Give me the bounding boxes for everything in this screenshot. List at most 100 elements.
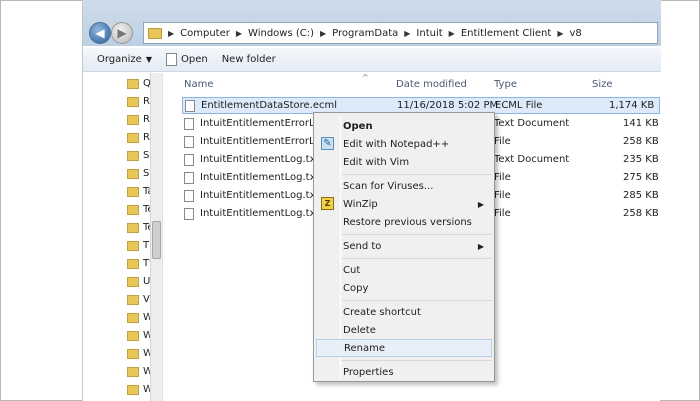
document-icon [165,53,177,66]
new-folder-button[interactable]: New folder [222,54,276,65]
folder-icon [127,222,139,233]
file-date: 11/16/2018 5:02 PM [397,100,499,111]
command-bar: Organize ▼ Open New folder [83,48,661,72]
chevron-down-icon: ▼ [145,55,152,64]
menu-item-rename[interactable]: Rename [316,339,492,357]
folder-icon [127,168,139,179]
file-name: IntuitEntitlementLog.txt [200,154,320,165]
folder-icon [127,312,139,323]
breadcrumb-intuit[interactable]: Intuit [416,28,442,39]
file-type: File [494,190,511,201]
open-button[interactable]: Open [165,53,208,66]
file-icon [185,99,195,112]
menu-item-cut[interactable]: Cut [316,261,492,279]
folder-icon [127,294,139,305]
folder-icon [127,366,139,377]
menu-item-label: WinZip [343,198,378,210]
file-size: 258 KB [623,136,659,147]
menu-separator [342,174,492,175]
menu-item-label: Cut [343,264,361,276]
file-size: 275 KB [623,172,659,183]
file-size: 141 KB [623,118,659,129]
column-header-name[interactable]: Name [184,79,214,90]
nav-folder-item[interactable]: Vi [127,291,152,308]
nav-folder-item[interactable]: W [127,381,153,398]
forward-arrow-icon[interactable]: ▶ [111,22,133,44]
chevron-right-icon[interactable]: ▶ [168,29,174,38]
breadcrumb-v8[interactable]: v8 [569,28,581,39]
folder-icon [127,240,139,251]
chevron-right-icon[interactable]: ▶ [404,29,410,38]
nav-folder-item[interactable]: W [127,345,153,362]
file-icon [184,189,194,202]
menu-item-scan[interactable]: Scan for Viruses... [316,177,492,195]
chevron-right-icon[interactable]: ▶ [236,29,242,38]
back-arrow-icon[interactable]: ◀ [89,22,111,44]
menu-item-label: Edit with Vim [343,156,410,168]
notepad-icon: ✎ [321,137,334,150]
file-name: EntitlementDataStore.ecml [201,100,338,111]
file-size: 285 KB [623,190,659,201]
folder-icon [127,276,139,287]
menu-item-send-to[interactable]: Send to ▶ [316,237,492,255]
breadcrumb-computer[interactable]: Computer [180,28,230,39]
menu-item-properties[interactable]: Properties [316,363,492,381]
file-icon [184,171,194,184]
nav-folder-item[interactable]: W [127,363,153,380]
column-header-type[interactable]: Type [494,79,517,90]
breadcrumb-programdata[interactable]: ProgramData [332,28,398,39]
menu-item-delete[interactable]: Delete [316,321,492,339]
menu-item-winzip[interactable]: Z WinZip ▶ [316,195,492,213]
navigation-scrollbar[interactable] [150,73,162,401]
file-type: File [494,208,511,219]
menu-item-label: Scan for Viruses... [343,180,434,192]
new-folder-label: New folder [221,54,276,65]
menu-item-label: Delete [343,324,376,336]
folder-icon [127,330,139,341]
column-header-size[interactable]: Size [592,79,613,90]
address-bar[interactable]: ▶ Computer ▶ Windows (C:) ▶ ProgramData … [143,22,658,44]
folder-icon [127,204,139,215]
folder-icon [148,27,162,39]
file-size: 235 KB [623,154,659,165]
menu-item-label: Restore previous versions [343,216,472,228]
folder-icon [127,78,139,89]
chevron-right-icon[interactable]: ▶ [449,29,455,38]
scrollbar-thumb[interactable] [152,221,161,259]
file-name: IntuitEntitlementLog.txt.1 [200,172,329,183]
column-header-date-modified[interactable]: Date modified [396,79,467,90]
file-name: IntuitEntitlementLog.txt.3 [200,208,329,219]
folder-icon [127,384,139,395]
breadcrumb-windows-c[interactable]: Windows (C:) [248,28,314,39]
menu-separator [342,300,492,301]
menu-item-label: Edit with Notepad++ [343,138,450,150]
file-icon [184,207,194,220]
file-type: ECML File [495,100,543,111]
menu-item-label: Rename [344,342,386,354]
nav-folder-item[interactable]: W [127,309,153,326]
menu-item-label: Copy [343,282,369,294]
file-icon [184,135,194,148]
nav-folder-item[interactable]: W [127,327,153,344]
menu-item-edit-vim[interactable]: Edit with Vim [316,153,492,171]
winzip-icon: Z [321,197,334,210]
breadcrumb-entitlement-client[interactable]: Entitlement Client [461,28,552,39]
menu-item-label: Send to [343,240,382,252]
folder-icon [127,150,139,161]
chevron-right-icon[interactable]: ▶ [320,29,326,38]
chevron-right-icon[interactable]: ▶ [557,29,563,38]
folder-icon [127,258,139,269]
organize-button[interactable]: Organize ▼ [97,54,152,65]
menu-item-copy[interactable]: Copy [316,279,492,297]
menu-item-restore[interactable]: Restore previous versions [316,213,492,231]
menu-item-open[interactable]: Open [316,117,492,135]
file-type: File [494,136,511,147]
folder-icon [127,132,139,143]
menu-item-edit-notepad[interactable]: ✎ Edit with Notepad++ [316,135,492,153]
menu-item-label: Create shortcut [343,306,421,318]
menu-item-label: Open [343,120,373,132]
file-type: Text Document [494,118,570,129]
menu-item-create-shortcut[interactable]: Create shortcut [316,303,492,321]
submenu-arrow-icon: ▶ [477,241,484,251]
folder-icon [127,114,139,125]
